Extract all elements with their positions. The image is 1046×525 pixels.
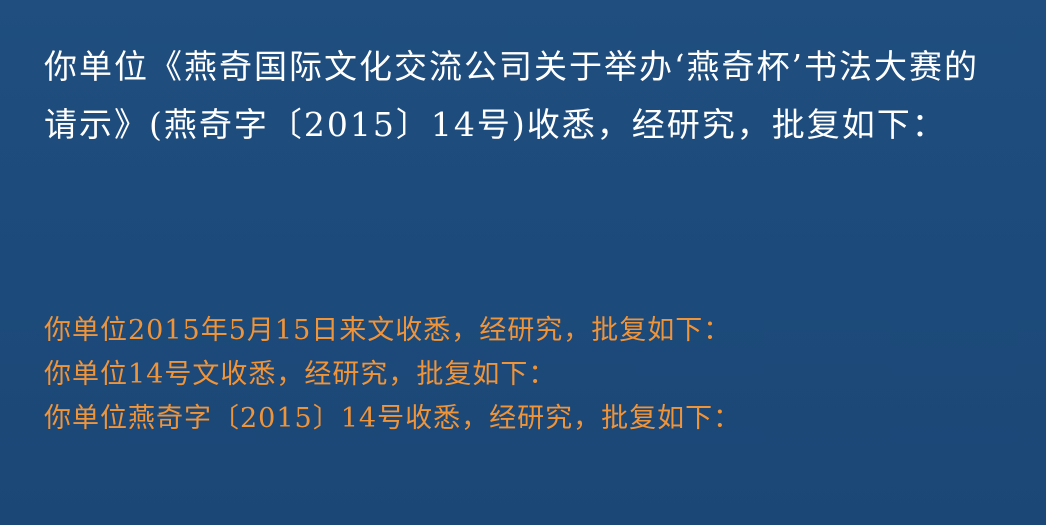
- example-line-2: 你单位14号文收悉，经研究，批复如下：: [44, 359, 557, 390]
- slide: 你单位《燕奇国际文化交流公司关于举办‘燕奇杯’书法大赛的请示》(燕奇字〔2015…: [0, 0, 1046, 525]
- main-paragraph: 你单位《燕奇国际文化交流公司关于举办‘燕奇杯’书法大赛的请示》(燕奇字〔2015…: [44, 47, 979, 144]
- example-list: 你单位2015年5月15日来文收悉，经研究，批复如下： 你单位14号文收悉，经研…: [44, 314, 741, 446]
- example-line-1: 你单位2015年5月15日来文收悉，经研究，批复如下：: [44, 315, 732, 346]
- example-line-3: 你单位燕奇字〔2015〕14号收悉，经研究，批复如下：: [44, 403, 742, 434]
